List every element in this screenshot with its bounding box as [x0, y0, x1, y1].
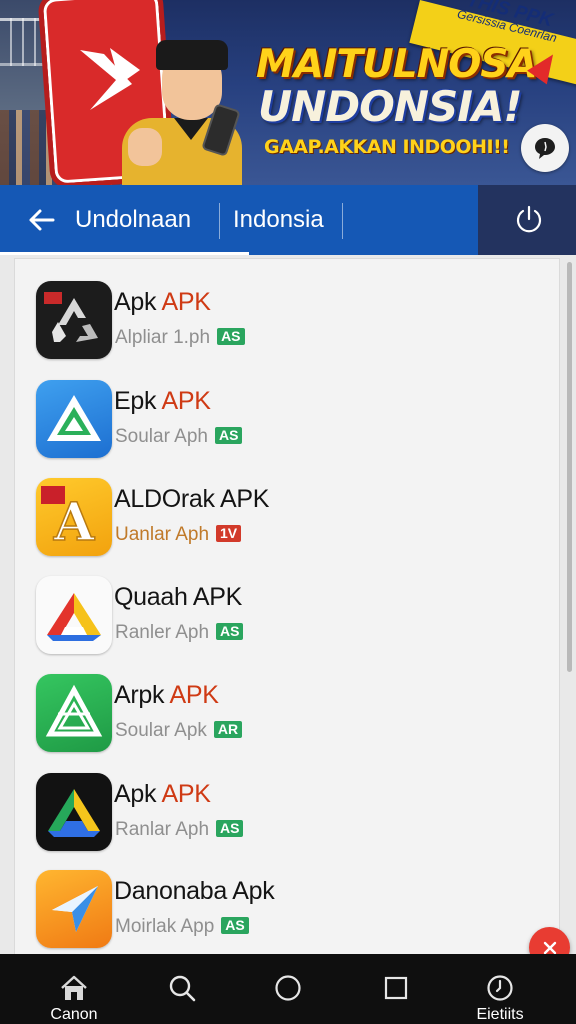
- app-name: Arpk: [114, 681, 165, 709]
- tab-undolnaan[interactable]: Undolnaan: [0, 185, 249, 255]
- chat-bubble-button[interactable]: [521, 124, 569, 172]
- recycle-icon: [36, 281, 112, 359]
- nav-history[interactable]: Eietiits: [452, 954, 548, 1024]
- power-button[interactable]: [511, 202, 547, 238]
- list-item[interactable]: Quaah APK Ranler Aph AS: [22, 576, 522, 660]
- mascot-illustration: [112, 40, 247, 185]
- app-badge: AS: [217, 328, 245, 345]
- app-subtitle: Alpliar 1.ph: [115, 327, 211, 348]
- list-item[interactable]: Apk APK Ranlar Aph AS: [22, 773, 522, 857]
- app-badge: AR: [213, 721, 243, 738]
- list-item[interactable]: Apk APK Alpliar 1.ph AS: [22, 281, 522, 365]
- back-arrow-icon: [29, 209, 55, 231]
- back-button[interactable]: [24, 203, 58, 237]
- apk-tag: APK: [161, 387, 211, 415]
- triangle-a-icon: [36, 380, 112, 458]
- banner-title-line2: UNDONSIA!: [258, 82, 523, 131]
- nav-home-label: Canon: [50, 1006, 98, 1023]
- clock-icon: [484, 972, 516, 1004]
- app-bar: Undolnaan Indonsia: [0, 185, 576, 255]
- app-badge: AS: [216, 820, 244, 837]
- app-badge: 1V: [216, 525, 242, 542]
- paper-plane-icon: [36, 870, 112, 948]
- list-item[interactable]: Epk APK Soular Aph AS: [22, 380, 522, 464]
- apk-tag: APK: [169, 681, 219, 709]
- nav-search[interactable]: [134, 954, 230, 1024]
- tab-indonsia[interactable]: Indonsia: [233, 185, 341, 255]
- apk-tag: APK: [161, 780, 211, 808]
- svg-text:A: A: [53, 492, 95, 548]
- letter-a-icon: A: [36, 478, 112, 556]
- app-subtitle: Soular Aph: [115, 426, 208, 447]
- app-name: Apk: [114, 780, 157, 808]
- chat-icon: [535, 138, 555, 159]
- list-item[interactable]: Danonaba Apk Moirlak App AS: [22, 870, 522, 954]
- nav-home-circle[interactable]: [240, 954, 336, 1024]
- app-badge: AS: [214, 427, 243, 444]
- tab-divider: [342, 203, 343, 239]
- app-name: Epk: [114, 387, 157, 415]
- power-icon: [516, 205, 542, 233]
- tab-divider: [219, 203, 220, 239]
- list-item[interactable]: Arpk APK Soular Apk AR: [22, 674, 522, 758]
- bottom-nav-bar: Canon Eietiits: [0, 954, 576, 1024]
- app-subtitle: Ranlar Aph: [115, 819, 210, 840]
- app-subtitle: Soular Apk: [115, 720, 207, 741]
- app-subtitle: Moirlak App: [115, 916, 215, 937]
- list-item[interactable]: A ALDOrak APK Uanlar Aph 1V: [22, 478, 522, 562]
- apk-tag: APK: [161, 288, 211, 316]
- promo-banner[interactable]: THIS PPK Gersissia Coenrlan MAITULNOSA U…: [0, 0, 576, 185]
- nav-history-label: Eietiits: [476, 1006, 524, 1023]
- search-icon: [166, 972, 198, 1004]
- nav-recents[interactable]: [348, 954, 444, 1024]
- banner-slogan: GAAP.AKKAN INDOOHI!!: [264, 136, 510, 158]
- app-subtitle: Uanlar Aph: [115, 524, 210, 545]
- nav-home[interactable]: Canon: [26, 954, 122, 1024]
- app-badge: AS: [216, 623, 244, 640]
- green-a-icon: [36, 674, 112, 752]
- drive-triangle-icon: [36, 576, 112, 654]
- banner-title-line1: MAITULNOSA: [256, 42, 538, 87]
- app-name: ALDOrak APK: [114, 485, 270, 513]
- square-icon: [380, 972, 412, 1004]
- list-scrollbar[interactable]: [567, 262, 572, 672]
- drive-dark-icon: [36, 773, 112, 851]
- app-subtitle: Ranler Aph: [115, 622, 210, 643]
- app-badge: AS: [221, 917, 249, 934]
- app-name: Danonaba Apk: [114, 877, 275, 905]
- app-name: Quaah APK: [114, 583, 242, 611]
- circle-icon: [272, 972, 304, 1004]
- app-name: Apk: [114, 288, 157, 316]
- home-icon: [58, 972, 90, 1004]
